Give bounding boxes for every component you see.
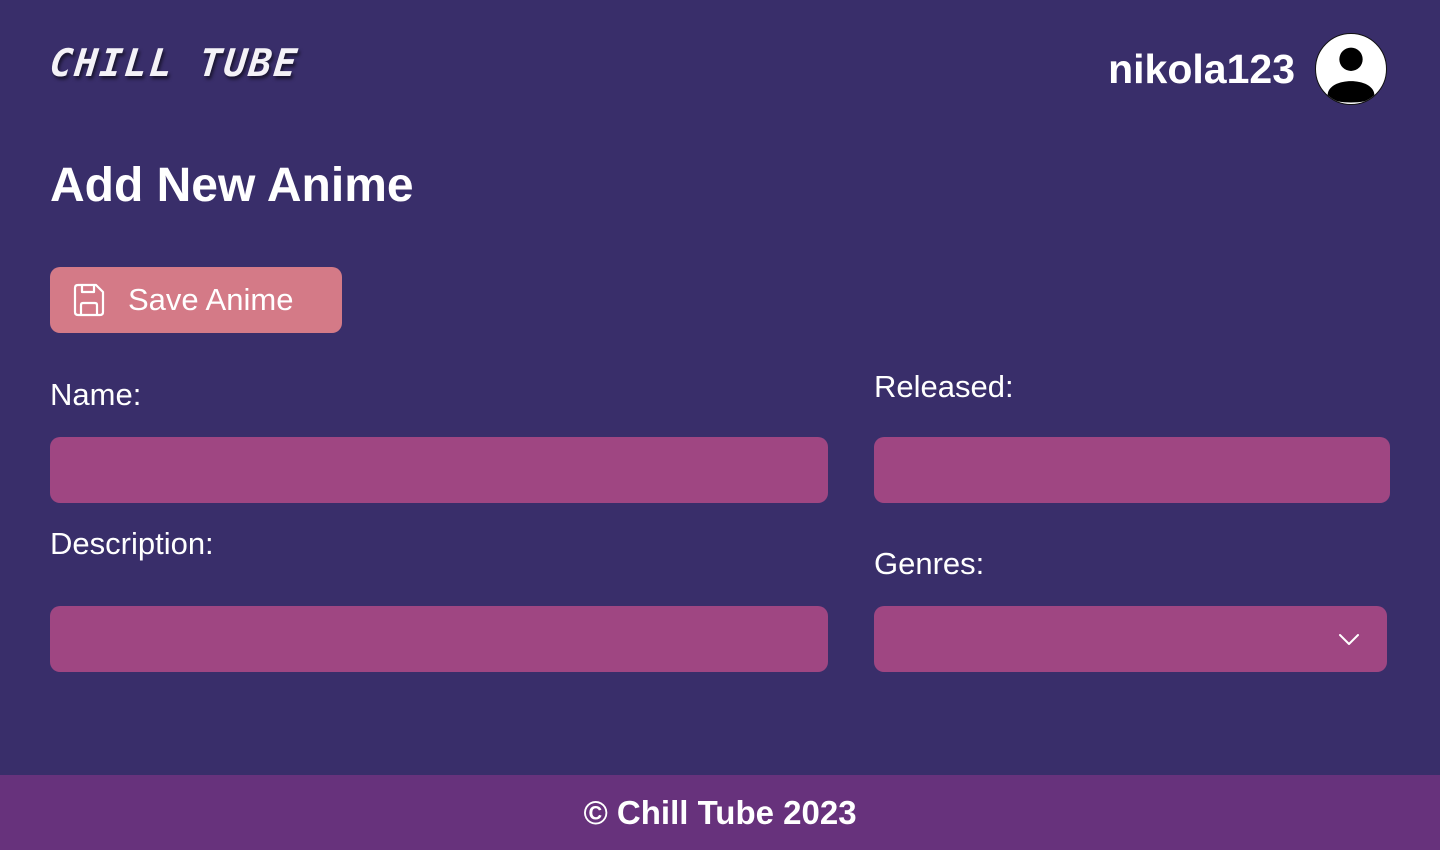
page: CHILL TUBE nikola123 Add New Anime Save …	[0, 0, 1440, 850]
footer: © Chill Tube 2023	[0, 775, 1440, 850]
username[interactable]: nikola123	[1108, 48, 1295, 90]
name-input[interactable]	[50, 437, 828, 503]
page-title: Add New Anime	[50, 159, 414, 212]
name-label: Name:	[50, 377, 142, 412]
logo[interactable]: CHILL TUBE	[48, 41, 301, 85]
genres-label: Genres:	[874, 546, 985, 581]
footer-copyright: © Chill Tube 2023	[583, 794, 857, 831]
released-label: Released:	[874, 369, 1014, 404]
chevron-down-icon	[1337, 628, 1361, 650]
user-avatar-icon	[1316, 34, 1386, 104]
save-anime-button[interactable]: Save Anime	[50, 267, 342, 333]
genres-select[interactable]	[874, 606, 1387, 672]
floppy-disk-icon	[70, 281, 108, 319]
description-input[interactable]	[50, 606, 828, 672]
user-menu: nikola123	[1108, 32, 1387, 106]
save-button-label: Save Anime	[128, 282, 294, 317]
description-label: Description:	[50, 526, 214, 561]
avatar[interactable]	[1315, 33, 1387, 105]
released-input[interactable]	[874, 437, 1390, 503]
